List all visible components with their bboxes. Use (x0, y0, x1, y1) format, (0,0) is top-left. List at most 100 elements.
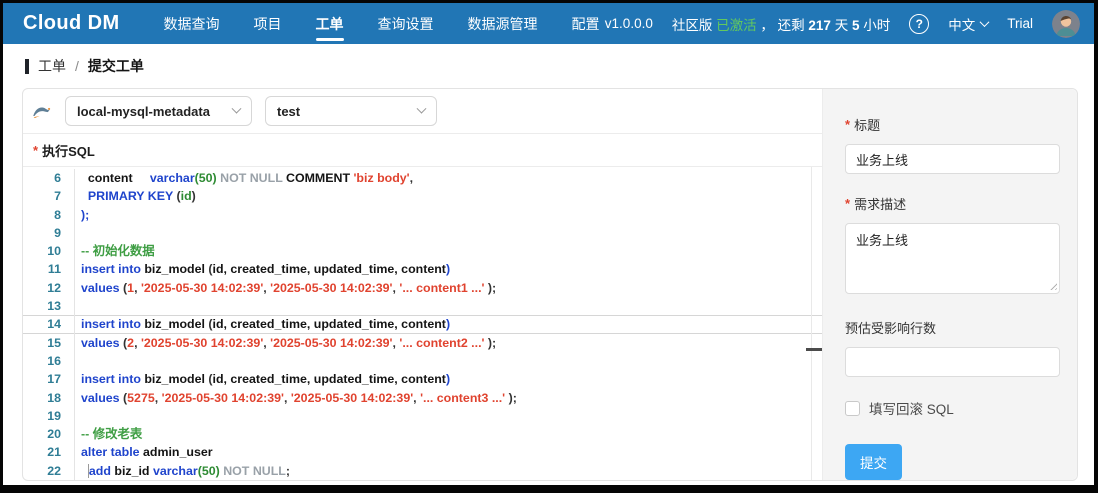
nav-item-config[interactable]: 配置 (572, 3, 600, 44)
checkbox-icon[interactable] (845, 400, 860, 416)
mysql-icon (32, 103, 52, 119)
description-label: 需求描述 (854, 197, 907, 212)
breadcrumb-bar (25, 58, 29, 74)
sql-section: local-mysql-metadata test * 执行SQL 6 cont… (23, 89, 823, 480)
chevron-down-icon (231, 103, 242, 114)
trial-user-label[interactable]: Trial (1007, 16, 1033, 31)
editor-scrollbar-track (811, 167, 812, 480)
editor-line-15[interactable]: 15 values (2, '2025-05-30 14:02:39', '202… (23, 333, 822, 352)
breadcrumb: 工单 / 提交工单 (3, 44, 1094, 88)
rollback-sql-checkbox-row[interactable]: 填写回滚 SQL (845, 398, 1060, 418)
line-code: -- 初始化数据 (81, 244, 155, 259)
nav-menu: 数据查询 项目 工单 查询设置 数据源管理 配置 (164, 3, 600, 44)
activated-badge: 已激活 (716, 17, 757, 33)
description-textarea[interactable]: 业务上线 (845, 223, 1060, 294)
line-code: values (2, '2025-05-30 14:02:39', '2025-… (81, 335, 497, 350)
submit-button[interactable]: 提交 (845, 444, 902, 480)
required-mark: * (33, 142, 39, 158)
editor-line-8[interactable]: 8); (23, 205, 822, 224)
editor-line-22[interactable]: 22 add biz_id varchar(50) NOT NULL; (23, 461, 822, 480)
line-number: 9 (23, 223, 75, 243)
language-switcher[interactable]: 中文 (948, 14, 990, 34)
line-code: values (1, '2025-05-30 14:02:39', '2025-… (81, 280, 497, 295)
line-number: 14 (23, 315, 75, 334)
nav-item-data-query[interactable]: 数据查询 (164, 3, 220, 44)
license-status: 社区版 已激活 ， 还剩 217 天 5 小时 (671, 17, 891, 33)
avatar-icon (1052, 9, 1080, 38)
line-number: 16 (23, 351, 75, 371)
nav-item-project[interactable]: 项目 (254, 3, 282, 44)
line-code: ); (81, 207, 90, 222)
line-number: 13 (23, 297, 75, 316)
line-number: 18 (23, 388, 75, 407)
sql-label: 执行SQL (42, 143, 95, 159)
editor-line-17[interactable]: 17 insert into biz_model (id, created_tim… (23, 370, 822, 389)
editor-lines: 6 content varchar(50) NOT NULL COMMENT '… (23, 169, 822, 480)
editor-scrollbar-thumb[interactable] (806, 348, 822, 351)
line-number: 7 (23, 187, 75, 206)
nav-item-query-settings[interactable]: 查询设置 (378, 3, 434, 44)
nav-item-ticket[interactable]: 工单 (315, 3, 344, 44)
avatar[interactable] (1052, 9, 1080, 38)
submit-ticket-card: local-mysql-metadata test * 执行SQL 6 cont… (22, 88, 1078, 481)
line-code: values (5275, '2025-05-30 14:02:39', '20… (81, 390, 517, 405)
line-number: 19 (23, 406, 75, 426)
line-number: 20 (23, 425, 75, 444)
line-number: 22 (23, 461, 75, 480)
ticket-form-panel: * 标题 * 需求描述 业务上线 (823, 89, 1077, 480)
line-number: 10 (23, 242, 75, 261)
editor-line-6[interactable]: 6 content varchar(50) NOT NULL COMMENT '… (23, 169, 822, 188)
line-number: 21 (23, 443, 75, 462)
editor-line-20[interactable]: 20 -- 修改老表 (23, 425, 822, 444)
editor-line-11[interactable]: 11 insert into biz_model (id, created_tim… (23, 260, 822, 279)
affected-rows-input[interactable] (845, 347, 1060, 377)
chevron-down-icon (979, 17, 990, 28)
breadcrumb-separator: / (75, 58, 79, 74)
editor-line-21[interactable]: 21 alter table admin_user (23, 443, 822, 462)
editor-line-16[interactable]: 16 (23, 351, 822, 371)
title-label: 标题 (854, 118, 881, 133)
chevron-down-icon (416, 103, 427, 114)
editor-line-7[interactable]: 7 PRIMARY KEY (id) (23, 187, 822, 206)
required-mark: * (845, 117, 851, 132)
line-number: 8 (23, 205, 75, 224)
rollback-sql-label: 填写回滚 SQL (869, 402, 954, 417)
editor-line-13[interactable]: 13 (23, 297, 822, 316)
line-code: content varchar(50) NOT NULL COMMENT 'bi… (87, 171, 414, 185)
line-code: add biz_id varchar(50) NOT NULL; (87, 463, 290, 478)
nav-right: v1.0.0.0 社区版 已激活 ， 还剩 217 天 5 小时 ? 中文 Tr… (604, 9, 1094, 38)
editor-line-10[interactable]: 10 -- 初始化数据 (23, 242, 822, 261)
datasource-select[interactable]: local-mysql-metadata (65, 96, 252, 126)
sql-editor[interactable]: 6 content varchar(50) NOT NULL COMMENT '… (23, 167, 822, 480)
line-number: 17 (23, 370, 75, 389)
editor-line-19[interactable]: 19 (23, 406, 822, 426)
help-icon[interactable]: ? (909, 13, 930, 34)
database-select[interactable]: test (265, 96, 437, 126)
title-input[interactable] (845, 144, 1060, 174)
nav-item-datasource-mgmt[interactable]: 数据源管理 (468, 3, 538, 44)
datasource-row: local-mysql-metadata test (23, 89, 822, 134)
line-code: insert into biz_model (id, created_time,… (81, 262, 451, 277)
remaining-hours: 5 (851, 17, 860, 33)
app-screen: Cloud DM 数据查询 项目 工单 查询设置 数据源管理 配置 v1.0.0… (3, 3, 1094, 485)
active-tab-underline (315, 38, 344, 41)
editor-line-9[interactable]: 9 (23, 223, 822, 243)
version-label: v1.0.0.0 (604, 16, 653, 31)
app-logo[interactable]: Cloud DM (23, 12, 120, 35)
editor-line-14[interactable]: 14 insert into biz_model (id, created_tim… (23, 315, 822, 334)
top-nav: Cloud DM 数据查询 项目 工单 查询设置 数据源管理 配置 v1.0.0… (3, 3, 1094, 44)
title-field-group: * 标题 (845, 115, 1060, 174)
remaining-days: 217 (808, 17, 831, 33)
page-title: 提交工单 (87, 58, 144, 74)
line-number: 11 (23, 260, 75, 279)
description-field-group: * 需求描述 业务上线 (845, 194, 1060, 294)
line-code: insert into biz_model (id, created_time,… (81, 317, 451, 332)
line-code: insert into biz_model (id, created_time,… (81, 372, 451, 387)
breadcrumb-section[interactable]: 工单 (38, 56, 66, 76)
editor-line-18[interactable]: 18 values (5275, '2025-05-30 14:02:39', '… (23, 388, 822, 407)
editor-line-12[interactable]: 12 values (1, '2025-05-30 14:02:39', '202… (23, 278, 822, 298)
